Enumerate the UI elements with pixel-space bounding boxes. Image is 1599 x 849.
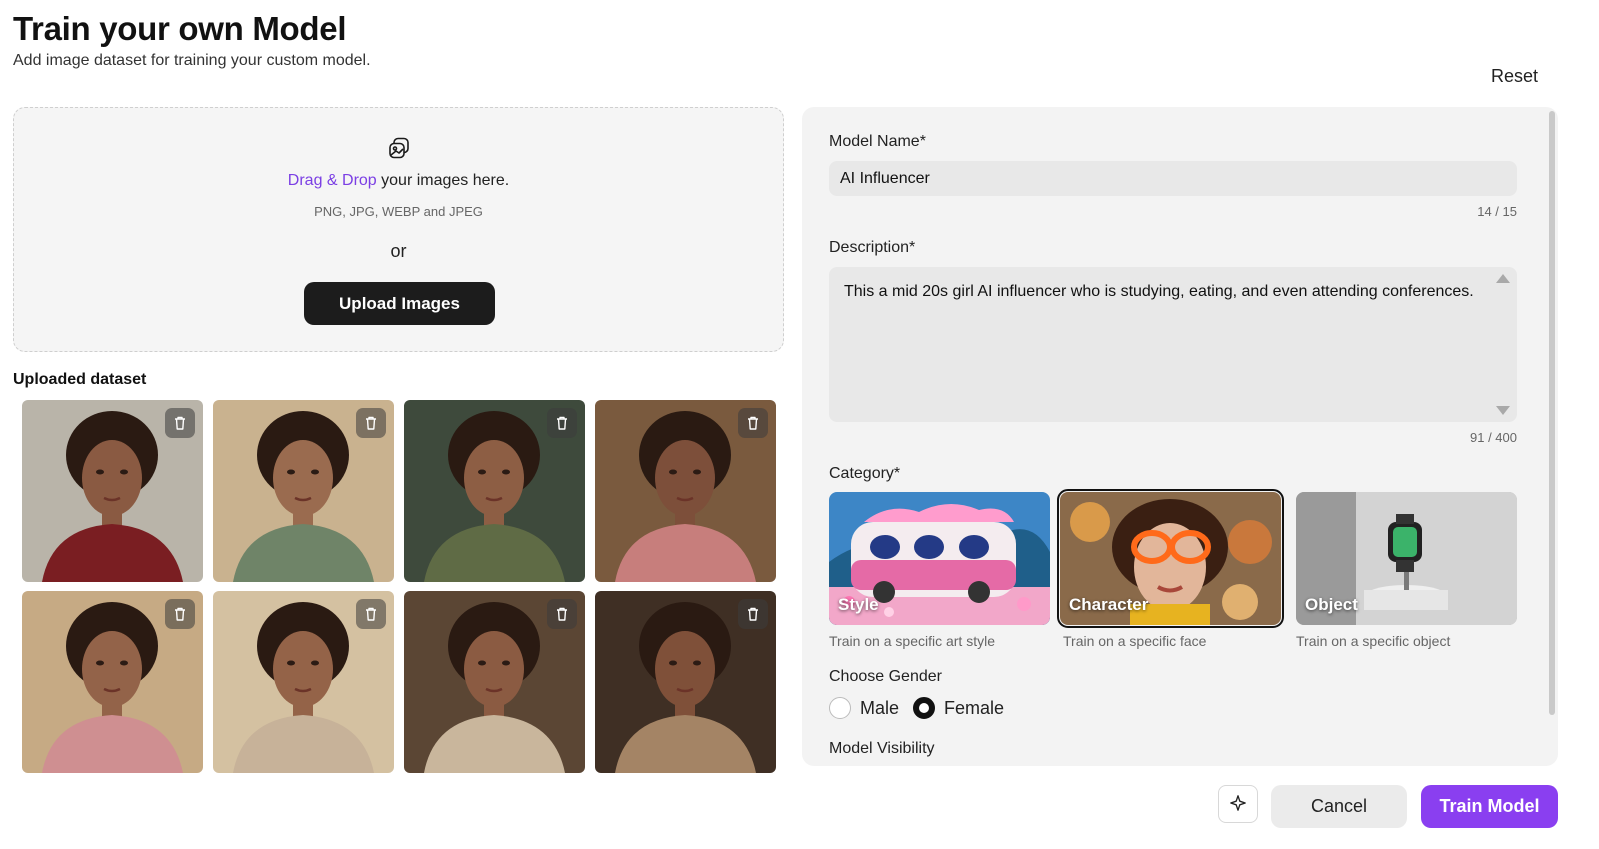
model-name-label: Model Name* xyxy=(829,133,926,150)
model-name-counter: 14 / 15 xyxy=(1477,204,1517,219)
dataset-grid xyxy=(22,400,776,773)
gender-label: Choose Gender xyxy=(829,668,942,685)
delete-image-button[interactable] xyxy=(738,408,768,438)
description-textarea[interactable]: This a mid 20s girl AI influencer who is… xyxy=(829,267,1517,422)
delete-image-button[interactable] xyxy=(356,408,386,438)
category-desc-object: Train on a specific object xyxy=(1296,633,1451,649)
delete-image-button[interactable] xyxy=(738,599,768,629)
upload-images-button[interactable]: Upload Images xyxy=(304,282,495,325)
category-card-style[interactable]: Style xyxy=(829,492,1050,625)
drag-drop-rest: your images here. xyxy=(376,172,510,189)
dataset-image[interactable] xyxy=(595,400,776,582)
dataset-image[interactable] xyxy=(213,400,394,582)
upload-dropzone[interactable]: Drag & Drop your images here. PNG, JPG, … xyxy=(13,107,784,352)
model-form-panel: Model Name* 14 / 15 Description* This a … xyxy=(802,107,1558,766)
reset-button[interactable]: Reset xyxy=(1491,66,1538,87)
gender-radio-male[interactable]: Male xyxy=(829,697,899,719)
trash-icon xyxy=(557,607,567,621)
delete-image-button[interactable] xyxy=(165,599,195,629)
category-card-character[interactable]: Character xyxy=(1057,489,1284,628)
panel-scrollbar[interactable] xyxy=(1549,111,1555,715)
drag-drop-text: Drag & Drop your images here. xyxy=(14,172,783,190)
gender-radio-female[interactable]: Female xyxy=(913,697,1004,719)
trash-icon xyxy=(175,607,185,621)
page-title: Train your own Model xyxy=(13,10,347,47)
dataset-image[interactable] xyxy=(404,591,585,773)
trash-icon xyxy=(175,416,185,430)
delete-image-button[interactable] xyxy=(547,408,577,438)
trash-icon xyxy=(366,416,376,430)
trash-icon xyxy=(748,607,758,621)
uploaded-dataset-label: Uploaded dataset xyxy=(13,371,147,388)
visibility-label: Model Visibility xyxy=(829,740,935,757)
trash-icon xyxy=(366,607,376,621)
sparkle-button[interactable] xyxy=(1218,785,1258,823)
page-subtitle: Add image dataset for training your cust… xyxy=(13,52,371,69)
dataset-image[interactable] xyxy=(213,591,394,773)
sparkle-icon xyxy=(1229,794,1247,815)
supported-formats: PNG, JPG, WEBP and JPEG xyxy=(314,204,483,219)
or-divider-text: or xyxy=(390,241,407,261)
dataset-image[interactable] xyxy=(22,400,203,582)
radio-female-indicator[interactable] xyxy=(913,697,935,719)
drag-drop-link[interactable]: Drag & Drop xyxy=(288,172,377,189)
trash-icon xyxy=(557,416,567,430)
dataset-image[interactable] xyxy=(404,400,585,582)
textarea-scroll-down-icon[interactable] xyxy=(1496,406,1510,415)
cancel-button[interactable]: Cancel xyxy=(1271,785,1407,828)
description-label: Description* xyxy=(829,239,916,256)
category-name-object: Object xyxy=(1305,595,1358,614)
category-desc-character: Train on a specific face xyxy=(1063,633,1207,649)
trash-icon xyxy=(748,416,758,430)
category-name-character: Character xyxy=(1069,595,1149,614)
delete-image-button[interactable] xyxy=(547,599,577,629)
category-label: Category* xyxy=(829,465,901,482)
model-name-input[interactable] xyxy=(829,161,1517,196)
dataset-image[interactable] xyxy=(22,591,203,773)
description-counter: 91 / 400 xyxy=(1470,430,1517,445)
train-model-button[interactable]: Train Model xyxy=(1421,785,1558,828)
delete-image-button[interactable] xyxy=(165,408,195,438)
radio-female-label: Female xyxy=(944,697,1005,718)
dataset-image[interactable] xyxy=(595,591,776,773)
category-name-style: Style xyxy=(838,595,879,614)
images-icon xyxy=(387,136,411,160)
delete-image-button[interactable] xyxy=(356,599,386,629)
textarea-scroll-up-icon[interactable] xyxy=(1496,274,1510,283)
category-desc-style: Train on a specific art style xyxy=(829,633,995,649)
radio-male-indicator[interactable] xyxy=(829,697,851,719)
category-card-object[interactable]: Object xyxy=(1296,492,1517,625)
radio-male-label: Male xyxy=(860,697,900,718)
